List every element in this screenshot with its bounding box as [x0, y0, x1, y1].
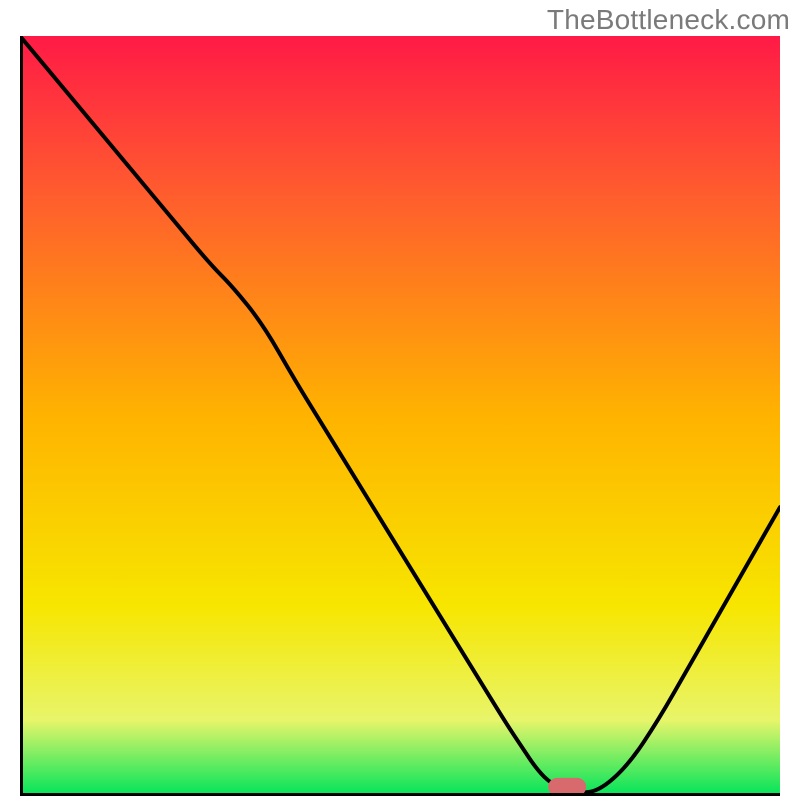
plot-area — [20, 36, 780, 796]
gradient-background — [20, 36, 780, 796]
watermark-text: TheBottleneck.com — [547, 4, 790, 36]
chart-container: TheBottleneck.com — [0, 0, 800, 800]
chart-svg — [20, 36, 780, 796]
